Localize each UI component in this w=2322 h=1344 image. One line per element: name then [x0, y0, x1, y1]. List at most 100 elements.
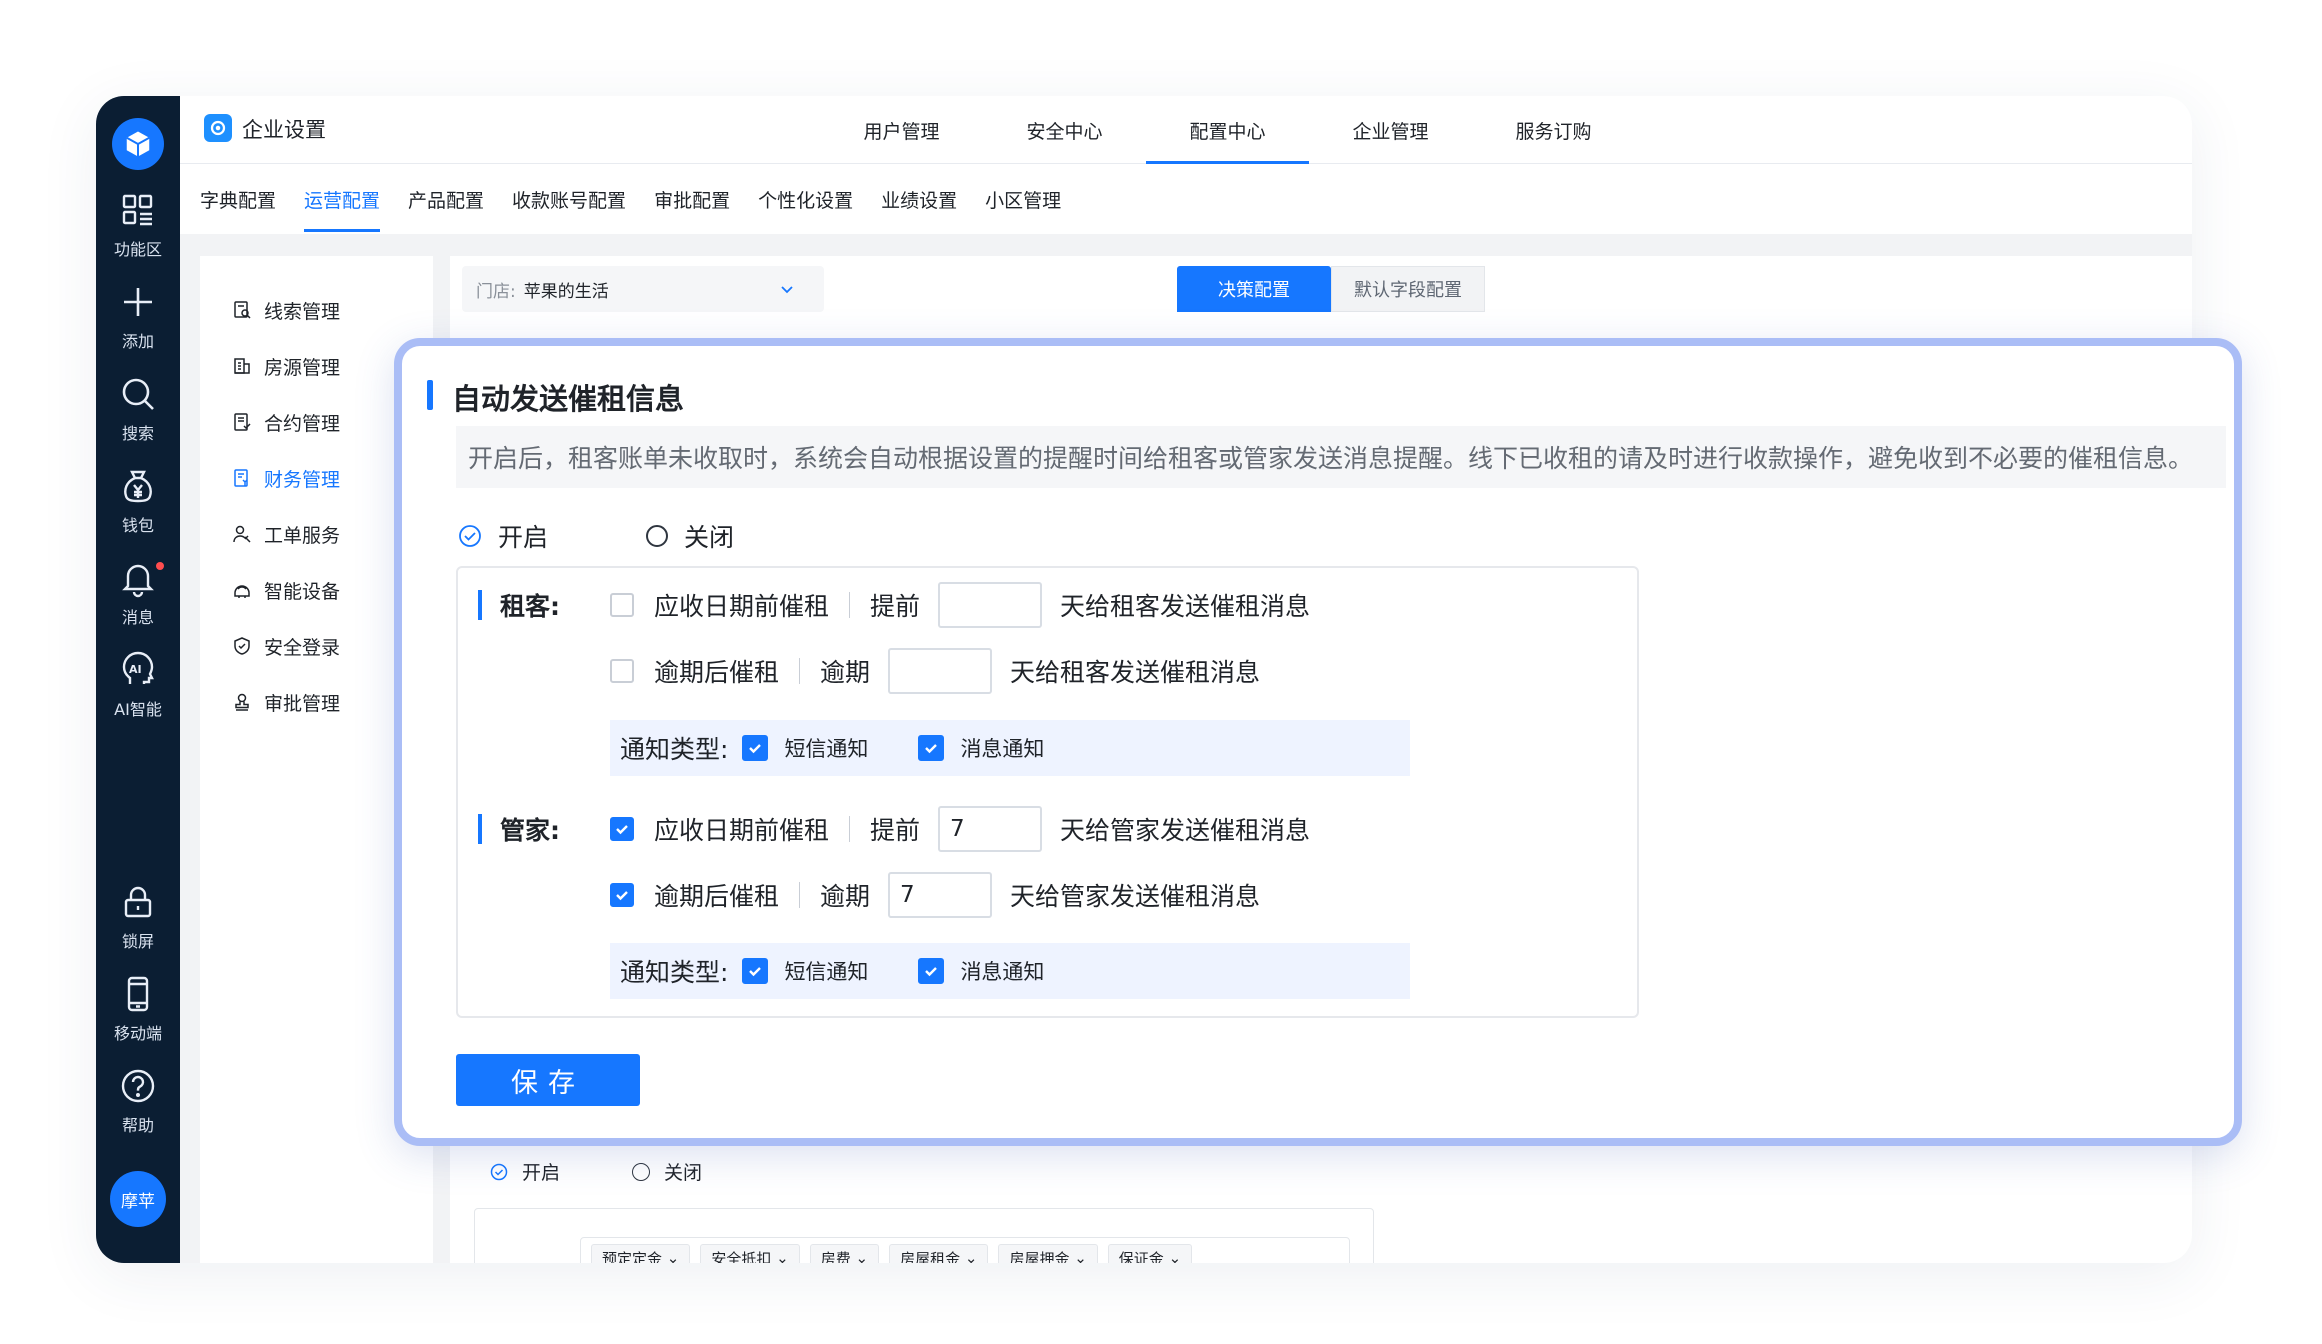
chevron-down-icon — [781, 286, 793, 294]
svg-text:AI: AI — [129, 663, 142, 676]
fee-chip[interactable]: 房屋押金 ⌄ — [998, 1244, 1098, 1263]
housekeeper-overdue-days-input[interactable]: 7 — [888, 872, 993, 918]
wallet-icon — [124, 470, 152, 503]
menu-item-smart-devices[interactable]: 智能设备 — [232, 575, 340, 605]
bottom-radio-on[interactable]: 开启 — [490, 1158, 560, 1185]
housekeeper-due-days-input[interactable]: 7 — [938, 806, 1043, 852]
sidebar-item-wallet[interactable]: 钱包 — [96, 466, 180, 544]
save-button[interactable]: 保存 — [456, 1054, 640, 1106]
chip-label: 保证金 — [1118, 1249, 1164, 1264]
tenant-label: 租客: — [478, 588, 560, 622]
panel-description: 开启后，租客账单未收取时，系统会自动根据设置的提醒时间给租客或管家发送消息提醒。… — [456, 426, 2226, 488]
tab-enterprise-management[interactable]: 企业管理 — [1309, 96, 1472, 164]
tenant-overdue-row: 逾期后催租 逾期 天给租客发送催租消息 — [610, 648, 1260, 694]
menu-item-label: 工单服务 — [264, 524, 341, 547]
suffix-label: 天给管家发送催租消息 — [1010, 882, 1261, 911]
divider — [849, 592, 851, 618]
radio-empty-icon — [632, 1162, 650, 1181]
sidebar-item-ai[interactable]: AI AI智能 — [96, 650, 180, 728]
menu-item-approval[interactable]: 审批管理 — [232, 687, 340, 717]
sidebar-item-add[interactable]: 添加 — [96, 282, 180, 360]
fee-chip[interactable]: 安全抵扣 ⌄ — [700, 1244, 800, 1264]
subnav-dictionary[interactable]: 字典配置 — [180, 164, 290, 234]
tab-decision-config[interactable]: 决策配置 — [1177, 266, 1331, 312]
housekeeper-notify-row: 通知类型: 短信通知 消息通知 — [610, 943, 1410, 999]
tab-security-center[interactable]: 安全中心 — [983, 96, 1146, 164]
option-label: 应收日期前催租 — [654, 816, 830, 845]
menu-item-leads[interactable]: 线索管理 — [232, 295, 340, 325]
option-label: 逾期后催租 — [654, 882, 780, 911]
prefix-label: 提前 — [870, 816, 921, 845]
housekeeper-overdue-checkbox[interactable] — [610, 883, 634, 907]
sidebar-item-functions[interactable]: 功能区 — [96, 190, 180, 268]
reminder-settings-box: 租客: 应收日期前催租 提前 天给租客发送催租消息 逾期后催租 逾期 天给租客发… — [456, 566, 1639, 1018]
fee-chip[interactable]: 房费 ⌄ — [809, 1244, 880, 1263]
store-select[interactable]: 门店: 苹果的生活 — [462, 266, 824, 312]
checkbox-checked-icon — [742, 958, 769, 984]
tab-user-management[interactable]: 用户管理 — [820, 96, 983, 164]
sidebar-item-messages[interactable]: 消息 — [96, 558, 180, 636]
menu-item-label: 线索管理 — [264, 300, 341, 323]
sidebar-item-label: 添加 — [121, 332, 154, 351]
tab-service-subscription[interactable]: 服务订购 — [1472, 96, 1635, 164]
prefix-label: 逾期 — [820, 658, 871, 687]
sidebar-item-label: 锁屏 — [121, 932, 154, 951]
menu-item-label: 智能设备 — [264, 580, 341, 603]
subnav-operations[interactable]: 运营配置 — [290, 164, 394, 234]
sidebar-item-mobile[interactable]: 移动端 — [96, 974, 180, 1052]
fee-chip[interactable]: 保证金 ⌄ — [1107, 1244, 1193, 1264]
store-label: 门店: — [476, 281, 516, 302]
sidebar-item-lock[interactable]: 锁屏 — [96, 882, 180, 960]
tenant-due-days-input[interactable] — [938, 582, 1043, 628]
subnav-product[interactable]: 产品配置 — [394, 164, 498, 234]
tenant-msg-option[interactable]: 消息通知 — [918, 733, 1044, 763]
fee-chip[interactable]: 房屋租金 ⌄ — [889, 1244, 989, 1263]
device-icon — [234, 585, 250, 598]
divider — [849, 816, 851, 842]
housekeeper-due-checkbox[interactable] — [610, 817, 634, 841]
tenant-sms-option[interactable]: 短信通知 — [742, 733, 868, 763]
subnav-community[interactable]: 小区管理 — [971, 164, 1075, 234]
sidebar-item-search[interactable]: 搜索 — [96, 374, 180, 452]
bottom-radio-off[interactable]: 关闭 — [632, 1158, 702, 1185]
tenant-overdue-days-input[interactable] — [888, 648, 993, 694]
housekeeper-msg-option[interactable]: 消息通知 — [918, 956, 1044, 986]
rent-reminder-panel: 自动发送催租信息 开启后，租客账单未收取时，系统会自动根据设置的提醒时间给租客或… — [394, 338, 2242, 1146]
subnav-personalization[interactable]: 个性化设置 — [744, 164, 867, 234]
sidebar-item-label: AI智能 — [114, 700, 162, 719]
housekeeper-due-row: 应收日期前催租 提前 7 天给管家发送催租消息 — [610, 806, 1310, 852]
radio-disable[interactable]: 关闭 — [646, 518, 734, 554]
subnav-performance[interactable]: 业绩设置 — [867, 164, 971, 234]
radio-enable[interactable]: 开启 — [458, 518, 548, 554]
checkbox-checked-icon — [918, 958, 945, 984]
sidebar: 功能区 添加 搜索 钱包 消息 AI AI智能 锁屏 移动端 帮助 摩苹 — [96, 96, 180, 1263]
radio-checked-icon — [459, 525, 481, 547]
fee-chip-row: 预定定金 ⌄ 安全抵扣 ⌄ 房费 ⌄ 房屋租金 ⌄ 房屋押金 ⌄ 保证金 ⌄ — [580, 1237, 1350, 1263]
ai-icon: AI — [122, 651, 154, 684]
housekeeper-sms-option[interactable]: 短信通知 — [742, 956, 868, 986]
menu-item-work-orders[interactable]: 工单服务 — [232, 519, 340, 549]
tab-config-center[interactable]: 配置中心 — [1146, 96, 1309, 164]
menu-item-contracts[interactable]: 合约管理 — [232, 407, 340, 437]
prefix-label: 逾期 — [820, 882, 871, 911]
menu-item-finance[interactable]: 财务管理 — [232, 463, 340, 493]
tenant-overdue-checkbox[interactable] — [610, 659, 634, 683]
subnav-payment-account[interactable]: 收款账号配置 — [498, 164, 640, 234]
subnav-approval[interactable]: 审批配置 — [640, 164, 744, 234]
menu-item-housing[interactable]: 房源管理 — [232, 351, 340, 381]
checkbox-checked-icon — [918, 735, 945, 761]
radio-label: 关闭 — [684, 523, 735, 552]
menu-item-secure-login[interactable]: 安全登录 — [232, 631, 340, 661]
avatar[interactable]: 摩苹 — [110, 1171, 166, 1227]
logo[interactable] — [112, 118, 164, 170]
chip-label: 安全抵扣 — [711, 1249, 772, 1264]
suffix-label: 天给租客发送催租消息 — [1010, 658, 1261, 687]
finance-icon — [234, 469, 248, 487]
option-label: 应收日期前催租 — [654, 592, 830, 621]
tab-default-fields[interactable]: 默认字段配置 — [1331, 266, 1485, 312]
bell-icon — [122, 564, 154, 598]
sidebar-item-help[interactable]: 帮助 — [96, 1066, 180, 1144]
tenant-due-checkbox[interactable] — [610, 593, 634, 617]
menu-item-label: 审批管理 — [264, 692, 341, 715]
fee-chip[interactable]: 预定定金 ⌄ — [591, 1244, 691, 1263]
